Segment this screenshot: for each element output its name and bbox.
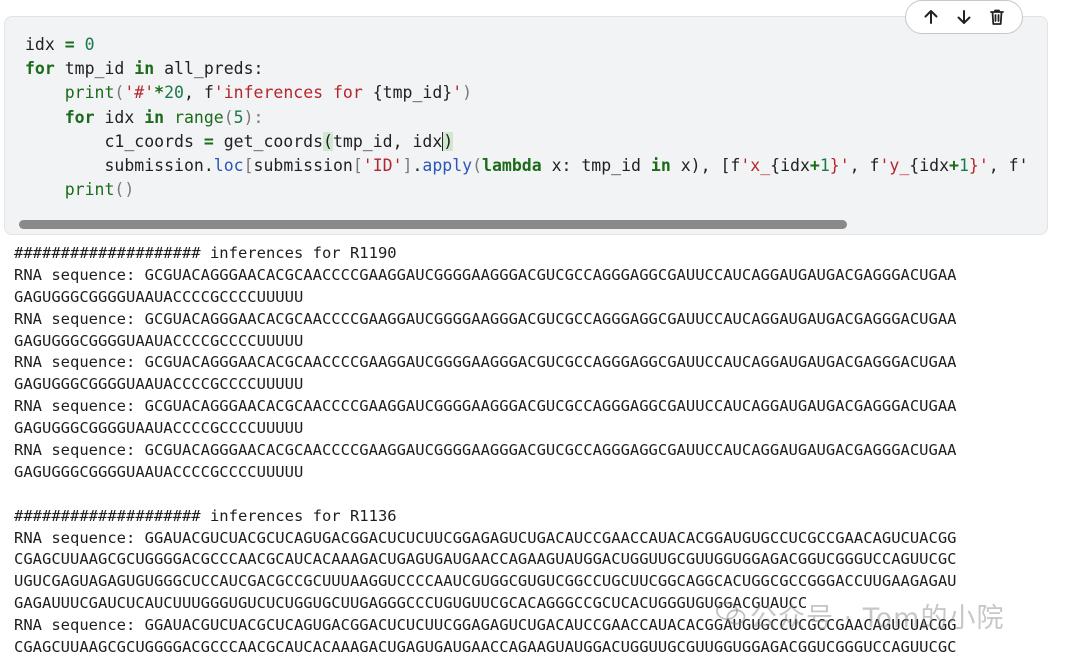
code-line: for idx in range(5): [64,107,264,127]
output-line: RNA sequence: GCGUACAGGGAACACGCAACCCCGAA… [14,353,957,372]
code-line: submission.loc[submission['ID'].apply(la… [104,156,1029,176]
output-line: GAGUGGGCGGGGUAAUACCCCGCCCCUUUUU [14,419,304,438]
horizontal-scrollbar[interactable] [19,220,847,229]
output-line: UGUCGAGUAGAGUGUGGGCUCCAUCGACGCCGCUUUAAGG… [14,572,957,591]
output-line: RNA sequence: GCGUACAGGGAACACGCAACCCCGAA… [14,441,957,460]
output-line: CGAGCUUAAGCGCUGGGGACGCCCAACGCAUCACAAAGAC… [14,550,957,569]
wechat-logo-icon [716,602,746,625]
move-cell-up-button[interactable] [919,5,943,29]
code-editor[interactable]: idx = 0 for tmp_id in all_preds: print('… [25,33,1029,202]
delete-cell-button[interactable] [985,5,1009,29]
output-line: RNA sequence: GGAUACGUCUACGCUCAGUGACGGAC… [14,528,957,547]
output-line: GAGUGGGCGGGGUAAUACCCCGCCCCUUUUU [14,331,304,350]
code-line: for tmp_id in all_preds: [25,59,264,79]
code-line: c1_coords = get_coords(tmp_id, idx) [104,131,454,151]
text-cursor: ) [442,131,454,151]
code-line: idx = 0 [25,35,95,54]
output-line: GAGUGGGCGGGGUAAUACCCCGCCCCUUUUU [14,375,304,394]
output-line: GAGUGGGCGGGGUAAUACCCCGCCCCUUUUU [14,462,304,481]
arrow-down-icon [957,10,971,24]
cell-toolbar [905,0,1023,34]
code-cell[interactable]: idx = 0 for tmp_id in all_preds: print('… [4,16,1048,235]
arrow-up-icon [924,10,938,24]
output-line: #################### inferences for R119… [14,244,397,262]
output-line: #################### inferences for R113… [14,506,397,525]
trash-icon [990,9,1005,25]
code-line: print('#'*20, f'inferences for {tmp_id}'… [64,83,473,103]
output-line: RNA sequence: GCGUACAGGGAACACGCAACCCCGAA… [14,265,957,284]
code-line: print() [64,180,135,200]
output-line: RNA sequence: GCGUACAGGGAACACGCAACCCCGAA… [14,397,957,416]
output-line: RNA sequence: GCGUACAGGGAACACGCAACCCCGAA… [14,309,957,328]
output-line: CGAGCUUAAGCGCUGGGGACGCCCAACGCAUCACAAAGAC… [14,638,957,657]
watermark: 公众号 · Tom的小院 [750,603,1005,634]
output-line: GAGUGGGCGGGGUAAUACCCCGCCCCUUUUU [14,287,304,306]
move-cell-down-button[interactable] [952,5,976,29]
